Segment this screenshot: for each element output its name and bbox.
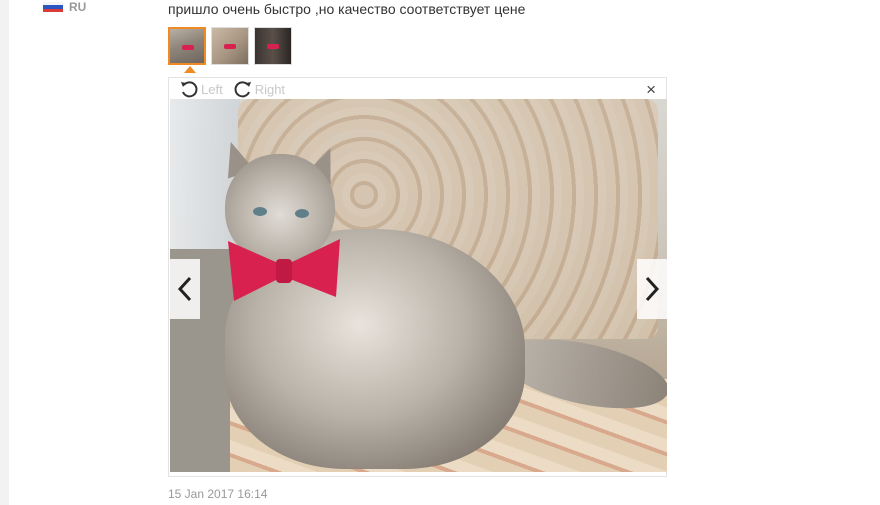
review-photo	[170, 99, 667, 472]
review-date: 15 Jan 2017 16:14	[168, 487, 268, 501]
selected-thumbnail-indicator	[184, 66, 196, 73]
rotate-right-label: Right	[254, 81, 286, 97]
review-text: пришло очень быстро ,но качество соответ…	[168, 1, 526, 17]
chevron-left-icon	[177, 276, 192, 302]
rotate-right-button[interactable]: Right	[233, 79, 285, 99]
previous-photo-button[interactable]	[170, 259, 200, 319]
russia-flag-icon	[43, 2, 63, 12]
bow-tie	[228, 239, 340, 301]
photo-thumbnails	[168, 27, 292, 65]
rotate-left-label: Left	[201, 81, 223, 97]
rotate-right-icon	[234, 81, 251, 98]
next-photo-button[interactable]	[637, 259, 667, 319]
close-icon[interactable]: ×	[646, 80, 656, 100]
rotate-left-icon	[181, 81, 198, 98]
thumbnail-photo-1[interactable]	[168, 27, 206, 65]
viewer-toolbar: Left Right	[179, 79, 285, 99]
left-rail	[0, 0, 9, 505]
thumbnail-photo-2[interactable]	[211, 27, 249, 65]
country-code: RU	[69, 0, 87, 14]
thumbnail-photo-3[interactable]	[254, 27, 292, 65]
rotate-left-button[interactable]: Left	[179, 79, 223, 99]
chevron-right-icon	[645, 276, 660, 302]
photo-viewer: Left Right ×	[168, 77, 667, 477]
reviewer-country: RU	[43, 0, 86, 14]
